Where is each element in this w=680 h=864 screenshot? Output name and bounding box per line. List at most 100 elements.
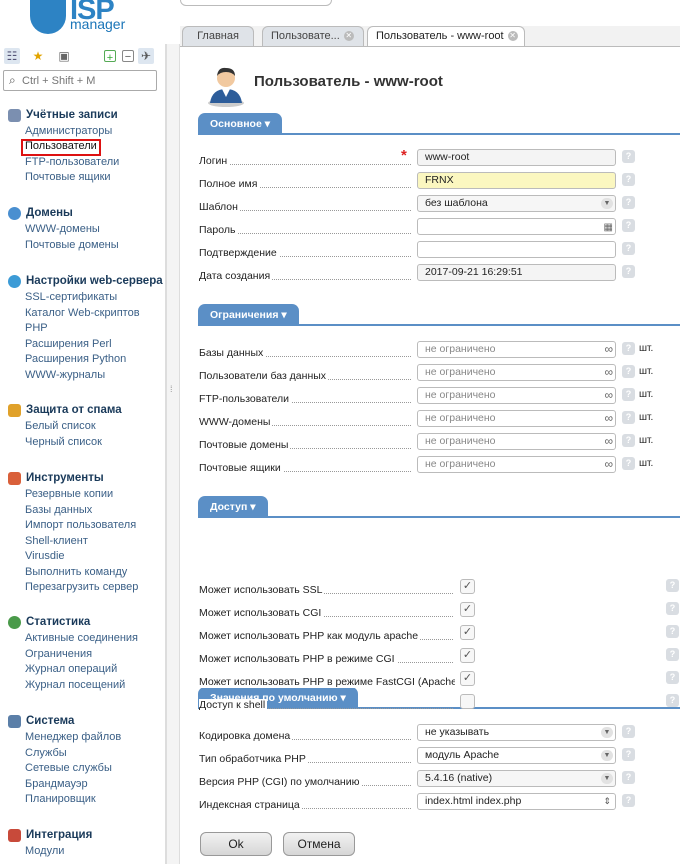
help-icon[interactable]: ? [622, 725, 635, 738]
top-search-field[interactable] [180, 0, 332, 6]
help-icon[interactable]: ? [666, 671, 679, 684]
collapse-all-icon[interactable]: − [122, 50, 134, 63]
help-icon[interactable]: ? [666, 625, 679, 638]
infinity-icon[interactable]: ∞ [604, 388, 613, 403]
help-icon[interactable]: ? [622, 457, 635, 470]
sidebar-item-visits-log[interactable]: Журнал посещений [8, 678, 138, 694]
fullname-input[interactable]: FRNX [417, 172, 616, 189]
close-icon[interactable]: ✕ [507, 31, 518, 42]
sidebar-item-file-manager[interactable]: Менеджер файлов [8, 730, 121, 746]
php-version-select[interactable]: 5.4.16 (native) ▼ [417, 770, 616, 787]
sidebar-item-web-scripts[interactable]: Каталог Web-скриптов [8, 306, 163, 322]
php-handler-select[interactable]: модуль Apache ▼ [417, 747, 616, 764]
help-icon[interactable]: ? [622, 342, 635, 355]
sidebar-item-whitelist[interactable]: Белый список [8, 419, 122, 435]
cancel-button[interactable]: Отмена [283, 832, 355, 856]
limit-input[interactable]: не ограничено ∞ [417, 433, 616, 450]
sidebar-item-run-command[interactable]: Выполнить команду [8, 565, 138, 581]
help-icon[interactable]: ? [622, 794, 635, 807]
sidebar-item-www-logs[interactable]: WWW-журналы [8, 368, 163, 384]
section-header[interactable]: Учётные записи [8, 106, 119, 124]
sidebar-search-input[interactable] [22, 73, 152, 88]
sidebar-item-modules[interactable]: Модули [8, 844, 92, 860]
sidebar-item-ssl[interactable]: SSL-сертификаты [8, 290, 163, 306]
keyboard-generator-icon[interactable]: ▦ [604, 220, 613, 234]
help-icon[interactable]: ? [622, 365, 635, 378]
sidebar-splitter[interactable]: ⁞ [166, 44, 180, 864]
help-icon[interactable]: ? [666, 648, 679, 661]
sidebar-item-limits[interactable]: Ограничения [8, 647, 138, 663]
section-header[interactable]: Статистика [8, 613, 138, 631]
sidebar-item-reboot[interactable]: Перезагрузить сервер [8, 580, 138, 596]
help-icon[interactable]: ? [666, 602, 679, 615]
limit-input[interactable]: не ограничено ∞ [417, 341, 616, 358]
help-icon[interactable]: ? [622, 434, 635, 447]
index-page-input[interactable]: index.html index.php ⇕ [417, 793, 616, 810]
access-checkbox[interactable]: ✓ [460, 671, 475, 686]
password-input[interactable]: ▦ [417, 218, 616, 235]
limit-input[interactable]: не ограничено ∞ [417, 456, 616, 473]
access-checkbox[interactable]: ✓ [460, 648, 475, 663]
help-icon[interactable]: ? [666, 694, 679, 707]
sidebar-item-operations-log[interactable]: Журнал операций [8, 662, 138, 678]
group-limits-toggle[interactable]: Ограничения ▾ [198, 304, 299, 326]
sidebar-item-blacklist[interactable]: Черный список [8, 435, 122, 451]
sidebar-item-backups[interactable]: Резервные копии [8, 487, 138, 503]
section-header[interactable]: Домены [8, 204, 119, 222]
infinity-icon[interactable]: ∞ [604, 365, 613, 380]
sidebar-item-mailboxes[interactable]: Почтовые ящики [8, 170, 119, 186]
tab-user-www-root[interactable]: Пользователь - www-root ✕ [367, 26, 525, 46]
help-icon[interactable]: ? [622, 173, 635, 186]
sidebar-item-services[interactable]: Службы [8, 746, 121, 762]
access-checkbox[interactable]: ✓ [460, 579, 475, 594]
template-select[interactable]: без шаблона ▼ [417, 195, 616, 212]
encoding-select[interactable]: не указывать ▼ [417, 724, 616, 741]
infinity-icon[interactable]: ∞ [604, 457, 613, 472]
confirm-password-input[interactable] [417, 241, 616, 258]
section-header[interactable]: Инструменты [8, 469, 138, 487]
close-icon[interactable]: ✕ [343, 31, 354, 42]
help-icon[interactable]: ? [622, 219, 635, 232]
help-icon[interactable]: ? [622, 150, 635, 163]
sidebar-item-databases[interactable]: Базы данных [8, 503, 138, 519]
sidebar-item-active-connections[interactable]: Активные соединения [8, 631, 138, 647]
sidebar-item-firewall[interactable]: Брандмауэр [8, 777, 121, 793]
briefcase-icon[interactable]: ▣ [56, 48, 72, 64]
section-header[interactable]: Система [8, 712, 121, 730]
sidebar-search[interactable]: ⌕ [3, 70, 157, 91]
sidebar-item-import-user[interactable]: Импорт пользователя [8, 518, 138, 534]
infinity-icon[interactable]: ∞ [604, 434, 613, 449]
help-icon[interactable]: ? [622, 242, 635, 255]
sidebar-item-python[interactable]: Расширения Python [8, 352, 163, 368]
limit-input[interactable]: не ограничено ∞ [417, 410, 616, 427]
help-icon[interactable]: ? [622, 196, 635, 209]
tree-view-icon[interactable]: ☷ [4, 48, 20, 64]
help-icon[interactable]: ? [622, 748, 635, 761]
limit-input[interactable]: не ограничено ∞ [417, 364, 616, 381]
help-icon[interactable]: ? [666, 579, 679, 592]
section-header[interactable]: Защита от спама [8, 401, 122, 419]
tab-home[interactable]: Главная [182, 26, 254, 46]
favorites-star-icon[interactable]: ★ [30, 48, 46, 64]
ok-button[interactable]: Ok [200, 832, 272, 856]
infinity-icon[interactable]: ∞ [604, 411, 613, 426]
help-icon[interactable]: ? [622, 411, 635, 424]
sidebar-item-perl[interactable]: Расширения Perl [8, 337, 163, 353]
section-header[interactable]: Настройки web-сервера [8, 272, 163, 290]
access-checkbox[interactable]: ✓ [460, 602, 475, 617]
expand-all-icon[interactable]: + [104, 50, 116, 64]
group-basic-toggle[interactable]: Основное ▾ [198, 113, 283, 135]
sidebar-item-shell-client[interactable]: Shell-клиент [8, 534, 138, 550]
sort-arrows-icon[interactable]: ⇕ [603, 794, 611, 809]
sidebar-item-scheduler[interactable]: Планировщик [8, 792, 121, 808]
infinity-icon[interactable]: ∞ [604, 342, 613, 357]
group-access-toggle[interactable]: Доступ ▾ [198, 496, 268, 518]
sidebar-item-users[interactable]: Пользователи [21, 138, 101, 156]
section-header[interactable]: Интеграция [8, 826, 92, 844]
help-icon[interactable]: ? [622, 388, 635, 401]
sidebar-item-administrators[interactable]: Администраторы [8, 124, 119, 140]
access-checkbox[interactable]: ✓ [460, 625, 475, 640]
sidebar-item-www-domains[interactable]: WWW-домены [8, 222, 119, 238]
sidebar-item-mail-domains[interactable]: Почтовые домены [8, 238, 119, 254]
help-icon[interactable]: ? [622, 265, 635, 278]
